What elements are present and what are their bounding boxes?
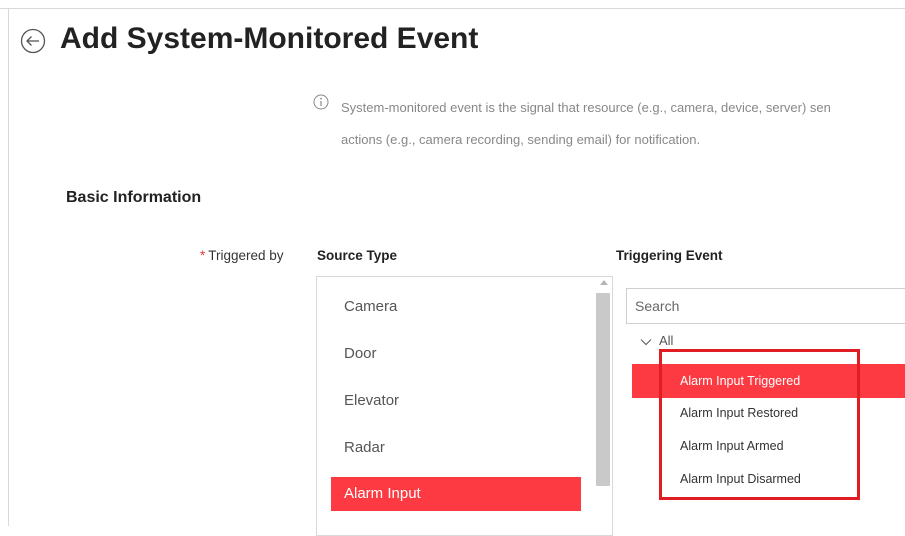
source-item-door[interactable]: Door	[331, 337, 581, 371]
triggering-event-header: Triggering Event	[616, 248, 723, 263]
back-arrow-icon[interactable]	[20, 28, 46, 54]
required-mark: *	[200, 248, 206, 263]
source-type-header: Source Type	[317, 248, 398, 263]
page-title: Add System-Monitored Event	[60, 22, 479, 55]
triggered-by-label: * Triggered by	[200, 248, 284, 263]
frame-top-border	[0, 8, 905, 9]
frame-left-border	[8, 8, 9, 526]
source-item-radar[interactable]: Radar	[331, 431, 581, 465]
source-item-elevator[interactable]: Elevator	[331, 384, 581, 418]
info-line-2: actions (e.g., camera recording, sending…	[341, 132, 701, 147]
event-search-input[interactable]	[626, 288, 905, 324]
info-text: System-monitored event is the signal tha…	[341, 92, 905, 156]
tree-node-all[interactable]: All	[659, 333, 673, 348]
event-item-alarm-input-disarmed[interactable]: Alarm Input Disarmed	[632, 462, 905, 496]
event-item-alarm-input-armed[interactable]: Alarm Input Armed	[632, 429, 905, 463]
info-icon	[313, 94, 329, 110]
scroll-up-arrow-icon[interactable]	[600, 280, 608, 285]
event-item-alarm-input-triggered[interactable]: Alarm Input Triggered	[632, 364, 905, 398]
section-title-basic-information: Basic Information	[66, 189, 202, 206]
triggered-by-text: Triggered by	[208, 248, 284, 263]
info-line-1: System-monitored event is the signal tha…	[341, 100, 831, 115]
source-type-list[interactable]: Camera Door Elevator Radar Alarm Input	[316, 276, 613, 536]
source-item-alarm-input[interactable]: Alarm Input	[331, 477, 581, 511]
scrollbar-thumb[interactable]	[596, 293, 610, 486]
chevron-down-icon[interactable]	[640, 338, 652, 346]
event-item-alarm-input-restored[interactable]: Alarm Input Restored	[632, 396, 905, 430]
source-item-camera[interactable]: Camera	[331, 290, 581, 324]
